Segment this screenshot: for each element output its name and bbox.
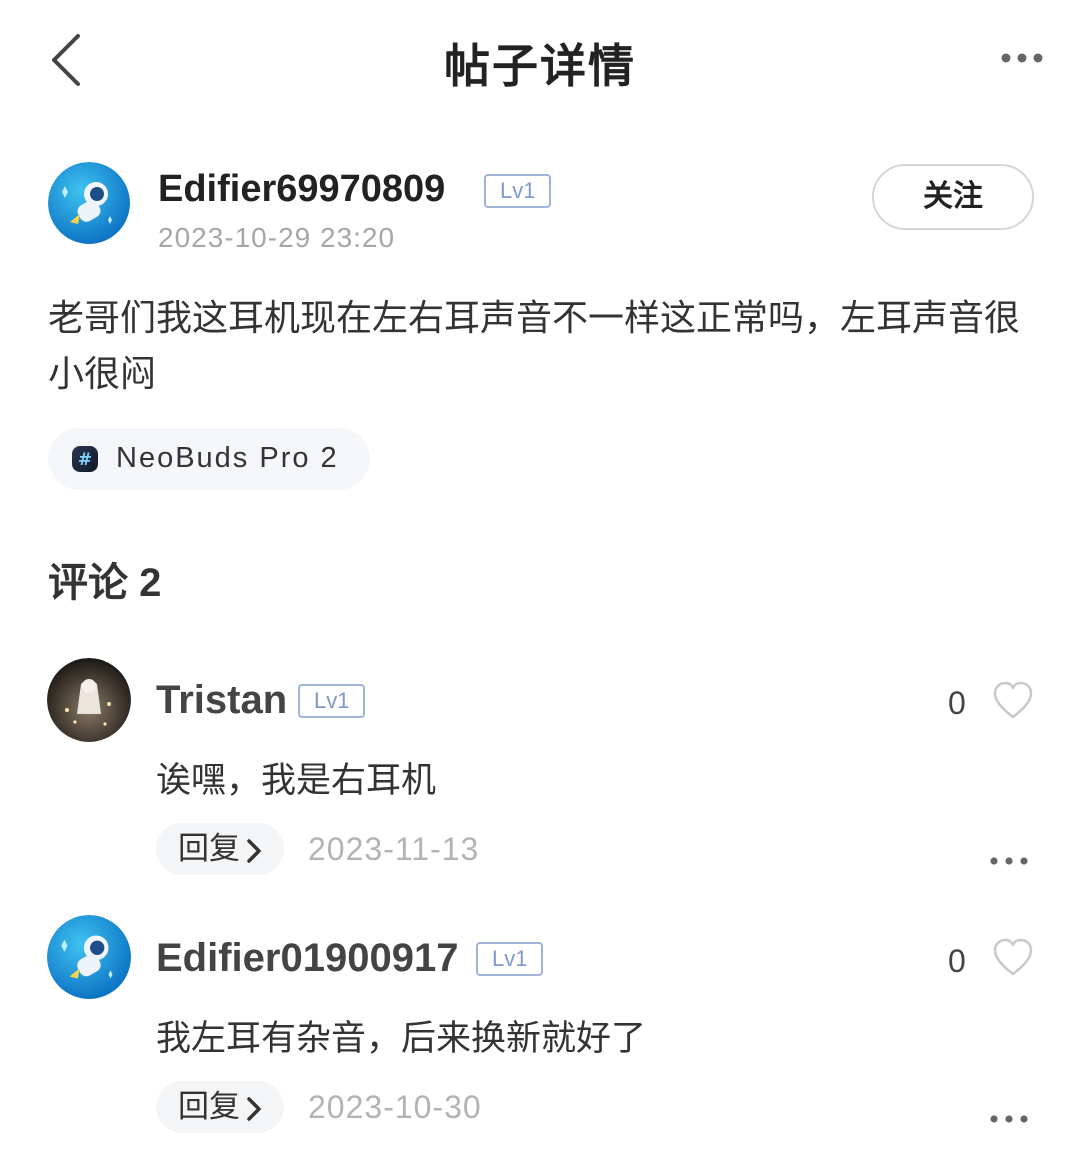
reply-button[interactable]: 回复 [156, 1081, 284, 1133]
astronaut-avatar-icon [47, 915, 131, 999]
reply-label: 回复 [178, 831, 240, 866]
like-button[interactable] [992, 680, 1034, 722]
post-time: 2023-10-29 23:20 [158, 222, 396, 253]
chevron-right-icon [247, 1097, 261, 1121]
author-name[interactable]: Edifier69970809 [158, 168, 445, 211]
comment-avatar[interactable] [47, 658, 131, 742]
comment-like-count: 0 [948, 685, 966, 721]
comment-avatar[interactable] [47, 915, 131, 999]
comment-level-badge: Lv1 [476, 942, 544, 976]
anime-photo-avatar-icon [47, 658, 131, 742]
page-title: 帖子详情 [444, 40, 636, 92]
heart-icon [993, 681, 1033, 719]
comment-text: 我左耳有杂音，后来换新就好了 [156, 1019, 647, 1058]
comment-more-button[interactable] [988, 1112, 1030, 1126]
more-button[interactable] [996, 48, 1048, 68]
svg-text:#: # [78, 450, 92, 470]
follow-button[interactable]: 关注 [872, 164, 1034, 230]
comment-more-button[interactable] [988, 854, 1030, 868]
heart-icon [993, 938, 1033, 976]
comment-date: 2023-10-30 [308, 1089, 482, 1125]
reply-label: 回复 [178, 1089, 240, 1124]
author-level-badge: Lv1 [484, 174, 552, 208]
reply-button[interactable]: 回复 [156, 823, 284, 875]
like-button[interactable] [992, 937, 1034, 979]
astronaut-avatar-icon [48, 162, 130, 244]
chevron-right-icon [247, 839, 261, 863]
more-horizontal-icon [1001, 53, 1043, 63]
comment-like-count: 0 [948, 943, 966, 979]
comments-header: 评论 2 [48, 561, 162, 605]
comment-text: 诶嘿，我是右耳机 [156, 761, 437, 800]
comment-author-name[interactable]: Tristan [156, 678, 287, 723]
more-horizontal-icon [990, 857, 1028, 865]
author-avatar[interactable] [48, 162, 130, 244]
comment-date: 2023-11-13 [308, 831, 480, 867]
more-horizontal-icon [990, 1115, 1028, 1123]
topic-tag-label: NeoBuds Pro 2 [116, 442, 339, 474]
hashtag-icon: # [72, 446, 98, 472]
comment-level-badge: Lv1 [298, 684, 366, 718]
topic-tag-chip[interactable]: # NeoBuds Pro 2 [48, 428, 370, 490]
comment-author-name[interactable]: Edifier01900917 [156, 936, 458, 981]
post-content: 老哥们我这耳机现在左右耳声音不一样这正常吗，左耳声音很小很闷 [48, 297, 1021, 394]
